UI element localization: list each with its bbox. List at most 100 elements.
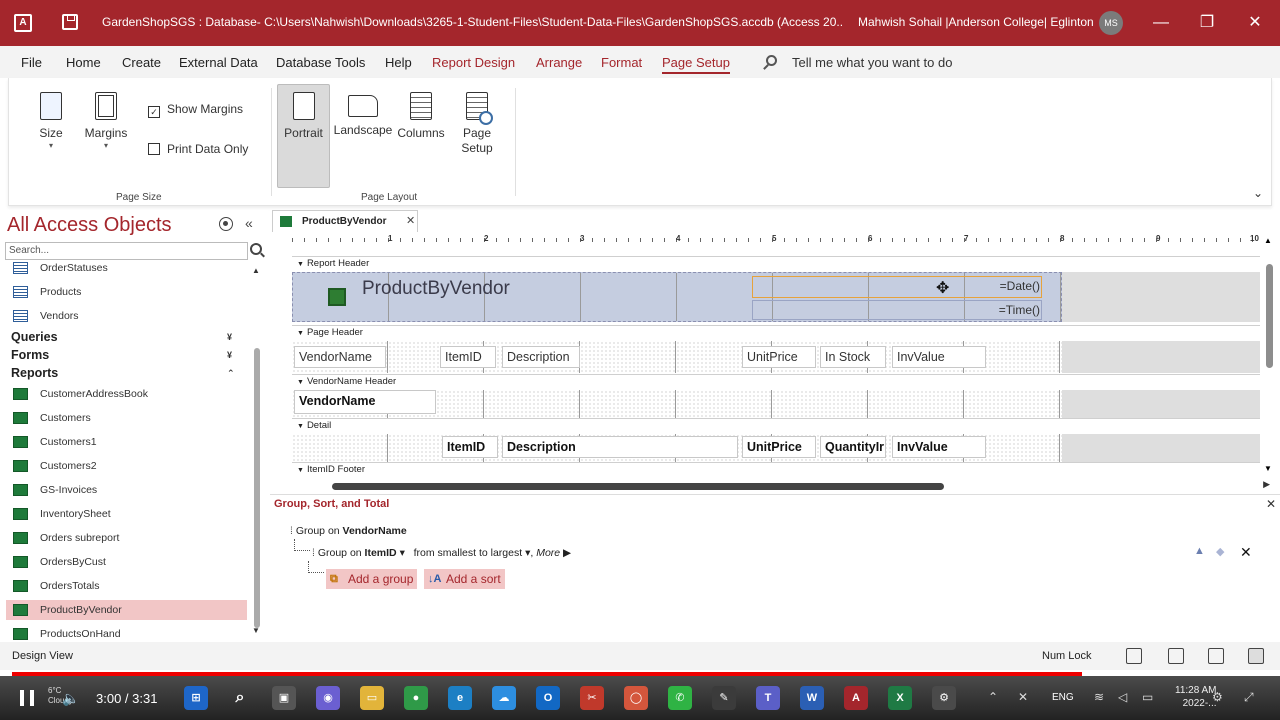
shutter-bar-close-button[interactable]: « (245, 215, 253, 231)
mic-off-icon[interactable]: ✕ (1018, 690, 1028, 704)
system-clock[interactable]: 11:28 AM 2022-... (1175, 684, 1217, 710)
add-sort-button[interactable]: ↓A Add a sort (424, 569, 505, 589)
teams-icon[interactable]: T (756, 686, 780, 710)
move-up-icon[interactable]: ▲ (1194, 545, 1205, 557)
page-setup-button[interactable]: Page Setup (455, 92, 499, 156)
portrait-button[interactable]: Portrait (281, 92, 326, 141)
tab-report-design[interactable]: Report Design (432, 55, 515, 70)
scroll-down-icon[interactable]: ▼ (252, 626, 260, 635)
report-view-icon[interactable] (1126, 648, 1142, 664)
label-itemid[interactable]: ItemID (440, 346, 496, 368)
group-level-1[interactable]: ⁞ Group on VendorName (290, 525, 407, 537)
designer-horizontal-scrollbar[interactable]: ▶ (292, 479, 1270, 492)
nav-item-report[interactable]: InventorySheet (6, 504, 247, 524)
nav-item-report[interactable]: OrdersTotals (6, 576, 247, 596)
start-icon[interactable]: ⊞ (184, 686, 208, 710)
account-name[interactable]: Mahwish Sohail |Anderson College| Eglint… (858, 15, 1094, 29)
collapse-icon[interactable]: ⌃ (227, 368, 235, 379)
close-pane-icon[interactable]: ✕ (1266, 497, 1276, 511)
access-icon[interactable]: A (844, 686, 868, 710)
document-tab[interactable]: ProductByVendor ✕ (272, 210, 418, 232)
search-icon[interactable]: ⌕ (228, 686, 252, 710)
fullscreen-icon[interactable]: ⤢ (1244, 690, 1254, 705)
tab-file[interactable]: File (21, 55, 42, 70)
onedrive-icon[interactable]: ☁ (492, 686, 516, 710)
design-view-icon[interactable] (1248, 648, 1264, 664)
scroll-thumb[interactable] (1266, 264, 1273, 368)
nav-scrollbar[interactable]: ▲ ▼ (252, 264, 262, 636)
textbox-itemid[interactable]: ItemID (442, 436, 498, 458)
tab-page-setup[interactable]: Page Setup (662, 55, 730, 74)
battery-icon[interactable]: ▭ (1142, 690, 1153, 704)
textbox-invvalue[interactable]: InvValue (892, 436, 986, 458)
sort-order-dropdown[interactable]: from smallest to largest (414, 547, 523, 559)
more-options-link[interactable]: More ▶ (536, 547, 571, 559)
report-logo-icon[interactable] (328, 288, 346, 306)
textbox-description[interactable]: Description (502, 436, 738, 458)
print-data-only-checkbox[interactable]: Print Data Only (148, 142, 248, 156)
scroll-up-icon[interactable]: ▲ (252, 266, 260, 275)
office-icon[interactable]: ◯ (624, 686, 648, 710)
nav-item-products[interactable]: Products (6, 282, 247, 302)
section-bar-itemid-footer[interactable]: ▼ ItemID Footer (292, 462, 1260, 474)
word-icon[interactable]: W (800, 686, 824, 710)
edge-icon[interactable]: e (448, 686, 472, 710)
nav-item-report[interactable]: Customers2 (6, 456, 247, 476)
label-in-stock[interactable]: In Stock (820, 346, 886, 368)
search-icon[interactable] (250, 243, 262, 255)
print-preview-icon[interactable] (1168, 648, 1184, 664)
pause-icon[interactable] (20, 690, 34, 706)
add-group-button[interactable]: ⧉ Add a group (326, 569, 418, 589)
tell-me-search[interactable]: Tell me what you want to do (792, 55, 952, 70)
nav-item-report[interactable]: OrdersByCust (6, 552, 247, 572)
landscape-button[interactable]: Landscape (333, 92, 393, 138)
nav-item-report[interactable]: GS-Invoices (6, 480, 247, 500)
scroll-thumb[interactable] (332, 483, 944, 490)
show-margins-checkbox[interactable]: ✓ Show Margins (148, 102, 243, 118)
minimize-button[interactable]: — (1150, 12, 1172, 34)
nav-category-forms[interactable]: Forms (11, 348, 49, 362)
collapse-ribbon-icon[interactable]: ⌄ (1253, 186, 1263, 200)
restore-button[interactable]: ❐ (1196, 12, 1218, 34)
label-invvalue[interactable]: InvValue (892, 346, 986, 368)
nav-item-orderstatuses[interactable]: OrderStatuses (6, 258, 247, 278)
layout-view-icon[interactable] (1208, 648, 1224, 664)
section-bar-page-header[interactable]: ▼ Page Header (292, 325, 1260, 339)
report-canvas[interactable]: ▼ Report Header ProductByVendor =Date() =… (292, 256, 1260, 474)
nav-pane-title[interactable]: All Access Objects (7, 214, 172, 237)
nav-options-icon[interactable] (219, 217, 233, 231)
volume-icon[interactable]: 🔈 (62, 690, 79, 707)
access-app-icon[interactable]: A (14, 14, 32, 32)
tab-home[interactable]: Home (66, 55, 101, 70)
expand-icon[interactable]: ¥ (227, 350, 232, 360)
outlook-icon[interactable]: O (536, 686, 560, 710)
group-level-2[interactable]: ⁞ Group on ItemID ▾ from smallest to lar… (312, 547, 571, 559)
settings-gear-icon[interactable]: ⚙ (1212, 690, 1223, 704)
textbox-vendorname[interactable]: VendorName (294, 390, 436, 414)
nav-item-report[interactable]: ProductsOnHand (6, 624, 247, 644)
vendorname-header-section[interactable] (292, 390, 1260, 418)
scroll-right-icon[interactable]: ▶ (1263, 479, 1270, 490)
section-bar-detail[interactable]: ▼ Detail (292, 418, 1260, 432)
size-button[interactable]: Size ▾ (35, 92, 67, 150)
date-expression[interactable]: =Date() (988, 276, 1040, 298)
tab-format[interactable]: Format (601, 55, 642, 70)
tab-external-data[interactable]: External Data (179, 55, 258, 70)
chrome-icon[interactable]: ● (404, 686, 428, 710)
expand-icon[interactable]: ¥ (227, 332, 232, 342)
section-bar-report-header[interactable]: ▼ Report Header (292, 256, 1260, 270)
nav-item-productbyvendor[interactable]: ProductByVendor (6, 600, 247, 620)
excel-icon[interactable]: X (888, 686, 912, 710)
task-view-icon[interactable]: ▣ (272, 686, 296, 710)
close-tab-icon[interactable]: ✕ (406, 214, 415, 227)
report-title-label[interactable]: ProductByVendor (362, 278, 510, 300)
textbox-unitprice[interactable]: UnitPrice (742, 436, 816, 458)
file-explorer-icon[interactable]: ▭ (360, 686, 384, 710)
nav-category-queries[interactable]: Queries (11, 330, 58, 344)
app-icon[interactable]: ✎ (712, 686, 736, 710)
snipping-tool-icon[interactable]: ✂ (580, 686, 604, 710)
nav-item-report[interactable]: Orders subreport (6, 528, 247, 548)
scroll-thumb[interactable] (254, 348, 260, 628)
designer-vertical-scrollbar[interactable]: ▲ ▼ (1262, 236, 1276, 476)
label-unitprice[interactable]: UnitPrice (742, 346, 816, 368)
